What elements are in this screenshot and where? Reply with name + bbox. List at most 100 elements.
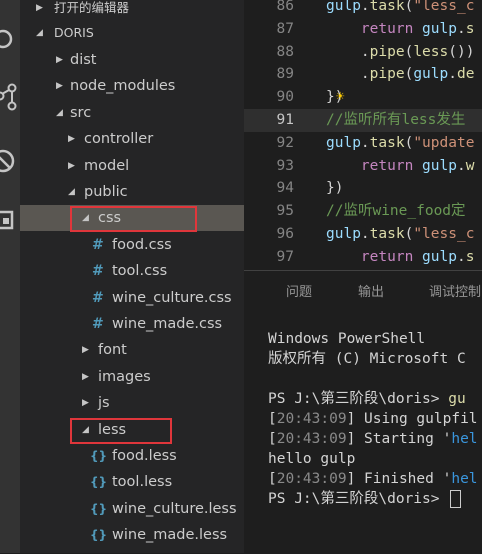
code-line: 94}) xyxy=(244,177,482,200)
tree-item-label: model xyxy=(84,158,130,174)
open-editors-header[interactable]: ▶ 打开的编辑器 xyxy=(20,0,244,18)
terminal-line: 版权所有 (C) Microsoft C xyxy=(268,351,466,367)
line-number: 93 xyxy=(276,158,294,174)
file-item-tool-css[interactable]: # tool.css xyxy=(20,258,244,284)
line-number: 92 xyxy=(276,135,294,151)
code-line: 86 gulp.task("less_c xyxy=(244,0,482,18)
terminal-line: Windows PowerShell xyxy=(268,331,426,347)
activity-bar xyxy=(0,0,20,553)
code-line: 93 return gulp.w xyxy=(244,155,482,178)
file-item-food-css[interactable]: # food.css xyxy=(20,232,244,258)
tab-problems[interactable]: 问题 xyxy=(286,281,312,300)
less-file-icon: {} xyxy=(90,449,108,463)
highlight-box xyxy=(70,418,172,444)
line-number: 95 xyxy=(276,203,294,219)
line-number: 88 xyxy=(276,44,294,60)
code-line: 87 return gulp.s xyxy=(244,18,482,41)
file-item-wine-culture-less[interactable]: {} wine_culture.less xyxy=(20,496,244,522)
code-text: return gulp.s xyxy=(360,249,475,265)
source-control-icon[interactable] xyxy=(0,82,20,112)
folder-item-js[interactable]: ▶ js xyxy=(20,390,244,416)
chevron-right-icon: ▶ xyxy=(56,81,63,91)
folder-item-public[interactable]: ◢ public xyxy=(20,179,244,205)
code-line: 92 gulp.task("update xyxy=(244,132,482,155)
less-file-icon: {} xyxy=(90,475,108,489)
code-line: 97 return gulp.s xyxy=(244,246,482,269)
code-editor[interactable]: 86 gulp.task("less_c 87 return gulp.s 88 .p… xyxy=(244,0,482,270)
chevron-right-icon: ▶ xyxy=(56,55,63,65)
css-file-icon: # xyxy=(92,263,104,279)
code-line: 96 gulp.task("less_c xyxy=(244,223,482,246)
tree-item-label: wine_culture.css xyxy=(112,290,232,306)
line-number: 86 xyxy=(276,0,294,14)
css-file-icon: # xyxy=(92,290,104,306)
chevron-down-icon: ◢ xyxy=(68,187,75,197)
terminal-line: [20:43:09] Finished 'hel xyxy=(268,471,478,487)
less-file-icon: {} xyxy=(90,528,108,542)
terminal-line: [20:43:09] Starting 'hel xyxy=(268,431,478,447)
code-text: return gulp.s xyxy=(360,21,475,37)
folder-item-node-modules[interactable]: ▶ node_modules xyxy=(20,73,244,99)
terminal-cursor xyxy=(450,490,462,508)
debug-icon[interactable] xyxy=(0,146,20,176)
explorer-icon[interactable] xyxy=(0,26,20,56)
css-file-icon: # xyxy=(92,316,104,332)
line-number: 87 xyxy=(276,21,294,37)
line-number: 90 xyxy=(276,89,294,105)
chevron-down-icon: ◢ xyxy=(36,28,43,38)
code-text: //监听wine_food定 xyxy=(326,203,466,219)
tree-item-label: tool.less xyxy=(112,474,173,490)
explorer-panel: ▶ 打开的编辑器 ◢ DORIS ▶ dist ▶ node_modules ◢ src ▶… xyxy=(20,0,244,553)
highlight-box xyxy=(70,206,197,232)
tab-output[interactable]: 输出 xyxy=(358,281,384,300)
code-text: gulp.task("update xyxy=(326,135,475,151)
tree-item-label: wine_made.less xyxy=(112,527,228,543)
file-item-wine-made-less[interactable]: {} wine_made.less xyxy=(20,522,244,548)
tree-item-label: node_modules xyxy=(70,78,176,94)
code-text: return gulp.w xyxy=(360,158,475,174)
tree-item-label: food.css xyxy=(112,237,172,253)
tree-item-label: src xyxy=(70,105,92,121)
chevron-right-icon: ▶ xyxy=(68,134,75,144)
code-text: .pipe(less()) xyxy=(326,44,475,60)
file-item-wine-made-css[interactable]: # wine_made.css xyxy=(20,311,244,337)
tree-item-label: dist xyxy=(70,52,97,68)
chevron-right-icon: ▶ xyxy=(82,372,89,382)
file-item-tool-less[interactable]: {} tool.less xyxy=(20,469,244,495)
tree-item-label: food.less xyxy=(112,448,177,464)
code-line: 91 //监听所有less发生 xyxy=(244,109,482,132)
code-text: }) xyxy=(326,180,344,196)
chevron-right-icon: ▶ xyxy=(82,345,89,355)
file-item-food-less[interactable]: {} food.less xyxy=(20,443,244,469)
folder-item-src[interactable]: ◢ src xyxy=(20,100,244,126)
line-number: 97 xyxy=(276,249,294,265)
tree-item-label: images xyxy=(98,369,151,385)
tree-item-label: controller xyxy=(84,131,154,147)
chevron-right-icon: ▶ xyxy=(68,161,75,171)
code-line: 88 .pipe(less()) xyxy=(244,41,482,64)
tree-item-label: js xyxy=(98,395,110,411)
project-header[interactable]: ◢ DORIS xyxy=(20,23,244,43)
bottom-panel: 问题 输出 调试控制 Windows PowerShell 版权所有 (C) Mi… xyxy=(244,270,482,554)
tree-item-label: tool.css xyxy=(112,263,168,279)
chevron-down-icon: ◢ xyxy=(56,108,63,118)
file-item-wine-culture-css[interactable]: # wine_culture.css xyxy=(20,285,244,311)
tree-item-label: font xyxy=(98,342,127,358)
lightbulb-icon[interactable]: ☀ xyxy=(336,86,344,109)
tree-item-label: public xyxy=(84,184,128,200)
tab-debug-console[interactable]: 调试控制 xyxy=(429,281,481,300)
line-number: 96 xyxy=(276,226,294,242)
extensions-icon[interactable] xyxy=(0,206,20,236)
code-line: 95 //监听wine_food定 xyxy=(244,200,482,223)
css-file-icon: # xyxy=(92,237,104,253)
code-text: gulp.task("less_c xyxy=(326,0,475,14)
line-number: 89 xyxy=(276,66,294,82)
folder-item-controller[interactable]: ▶ controller xyxy=(20,126,244,152)
folder-item-model[interactable]: ▶ model xyxy=(20,153,244,179)
folder-item-dist[interactable]: ▶ dist xyxy=(20,47,244,73)
code-line: 90}) ☀ xyxy=(244,86,482,109)
code-text: .pipe(gulp.de xyxy=(326,66,475,82)
folder-item-font[interactable]: ▶ font xyxy=(20,337,244,363)
code-line: 89 .pipe(gulp.de xyxy=(244,63,482,86)
folder-item-images[interactable]: ▶ images xyxy=(20,364,244,390)
